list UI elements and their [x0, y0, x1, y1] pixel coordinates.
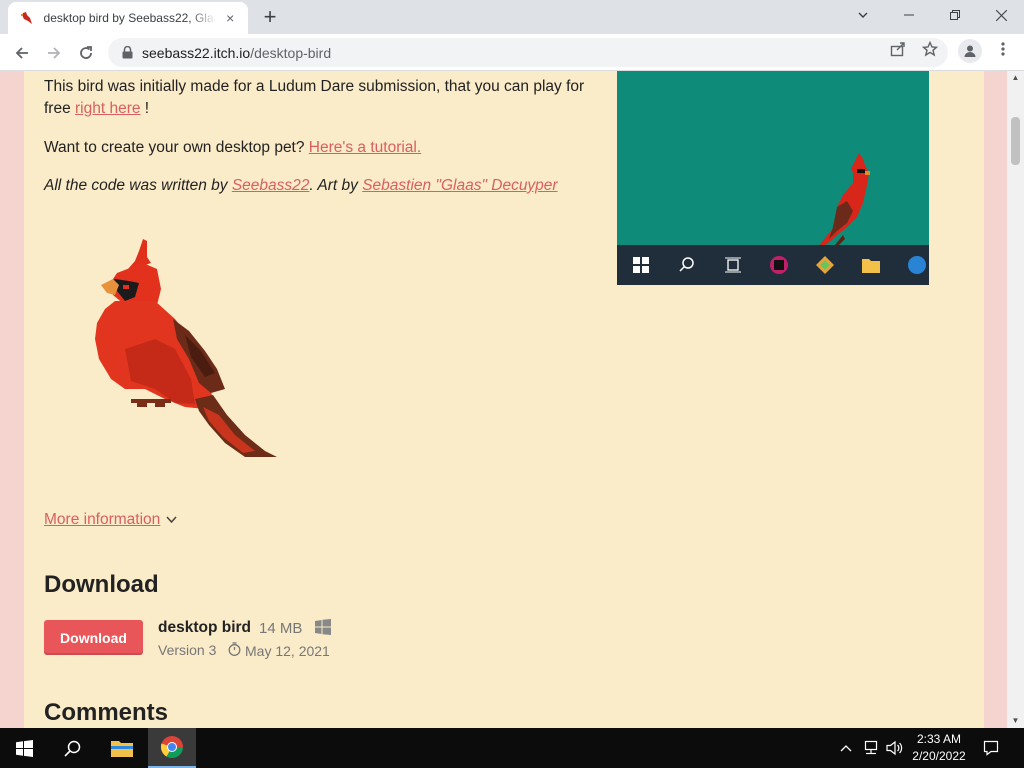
more-information-link[interactable]: More information: [44, 511, 177, 529]
file-explorer-icon: [861, 255, 881, 275]
lock-icon[interactable]: [120, 46, 134, 60]
download-heading: Download: [44, 571, 159, 598]
share-icon[interactable]: [888, 39, 908, 59]
forward-arrow-icon[interactable]: [41, 40, 67, 66]
page-scrollbar[interactable]: ▲ ▼: [1007, 71, 1024, 728]
url-path: /desktop-bird: [250, 44, 332, 61]
clock-time: 2:33 AM: [916, 732, 962, 746]
tutorial-paragraph: Want to create your own desktop pet? Her…: [44, 137, 604, 159]
upload-date: May 12, 2021: [245, 642, 330, 659]
tab-close-icon[interactable]: ×: [222, 10, 238, 26]
cardinal-pixel-art-image: [95, 239, 277, 457]
scrollbar-thumb[interactable]: [1011, 117, 1020, 165]
windows-icon: [315, 619, 331, 635]
show-hidden-icons-chevron-icon[interactable]: [836, 728, 856, 768]
restore-icon[interactable]: [932, 0, 978, 30]
file-explorer-taskbar-icon[interactable]: [98, 728, 146, 768]
scroll-up-arrow-icon[interactable]: ▲: [1011, 74, 1020, 82]
clock-date: 2/20/2022: [912, 749, 966, 763]
close-window-icon[interactable]: [978, 0, 1024, 30]
network-icon[interactable]: [860, 728, 882, 768]
desktop-screenshot-image[interactable]: [617, 71, 929, 285]
tutorial-link[interactable]: Here's a tutorial.: [309, 139, 421, 156]
art-author-link[interactable]: Sebastien "Glaas" Decuyper: [362, 177, 557, 194]
chevron-down-icon: [166, 513, 177, 527]
small-cardinal-image: [817, 153, 870, 253]
code-author-link[interactable]: Seebass22: [232, 177, 310, 194]
clock-icon: [228, 642, 241, 659]
credits-middle: . Art by: [309, 177, 363, 194]
search-icon: [677, 255, 697, 275]
reload-icon[interactable]: [73, 40, 99, 66]
edge-browser-icon: [907, 255, 927, 275]
more-information-label: More information: [44, 511, 161, 528]
browser-tab-strip: desktop bird by Seebass22, Glaas × +: [0, 0, 1024, 34]
profile-avatar-icon[interactable]: [958, 39, 982, 63]
upload-size: 14 MB: [259, 620, 303, 637]
os-taskbar: 2:33 AM 2/20/2022: [0, 728, 1024, 768]
upload-name: desktop bird: [158, 619, 252, 636]
play-link[interactable]: right here: [75, 100, 140, 117]
chrome-taskbar-icon[interactable]: [148, 728, 196, 768]
system-clock[interactable]: 2:33 AM 2/20/2022: [898, 731, 980, 765]
download-button[interactable]: Download: [44, 620, 143, 655]
credits-prefix: All the code was written by: [44, 177, 232, 194]
git-app-icon: [815, 255, 835, 275]
url-host: seebass22.itch.io: [142, 44, 251, 61]
rider-app-icon: [769, 255, 789, 275]
intro-suffix: !: [140, 100, 150, 117]
new-tab-button[interactable]: +: [258, 4, 282, 29]
tab-search-icon[interactable]: [840, 0, 886, 30]
menu-dots-icon[interactable]: [993, 39, 1013, 59]
minimize-icon[interactable]: [886, 0, 932, 30]
windows-start-icon: [631, 255, 651, 275]
tutorial-text: Want to create your own desktop pet?: [44, 139, 309, 156]
scroll-down-arrow-icon[interactable]: ▼: [1011, 717, 1020, 725]
comments-heading: Comments: [44, 699, 169, 726]
back-arrow-icon[interactable]: [9, 40, 35, 66]
web-page: This bird was initially made for a Ludum…: [0, 71, 1024, 728]
address-bar[interactable]: seebass22.itch.io/desktop-bird: [108, 38, 948, 67]
credits-paragraph: All the code was written by Seebass22. A…: [44, 175, 604, 197]
browser-tab[interactable]: desktop bird by Seebass22, Glaas ×: [8, 2, 248, 34]
start-button-icon[interactable]: [0, 728, 48, 768]
cardinal-favicon-icon: [18, 10, 34, 26]
taskbar-search-icon[interactable]: [48, 728, 96, 768]
intro-paragraph: This bird was initially made for a Ludum…: [44, 76, 604, 120]
url-text: seebass22.itch.io/desktop-bird: [142, 45, 331, 61]
task-view-icon: [723, 255, 743, 275]
browser-toolbar: seebass22.itch.io/desktop-bird: [0, 34, 1024, 71]
notifications-icon[interactable]: [980, 728, 1002, 768]
bookmark-star-icon[interactable]: [920, 39, 940, 59]
upload-version: Version 3: [158, 642, 217, 658]
upload-date-wrapper: May 12, 2021: [228, 642, 330, 659]
screenshot-taskbar: [617, 245, 929, 285]
tab-title: desktop bird by Seebass22, Glaas: [43, 11, 217, 25]
